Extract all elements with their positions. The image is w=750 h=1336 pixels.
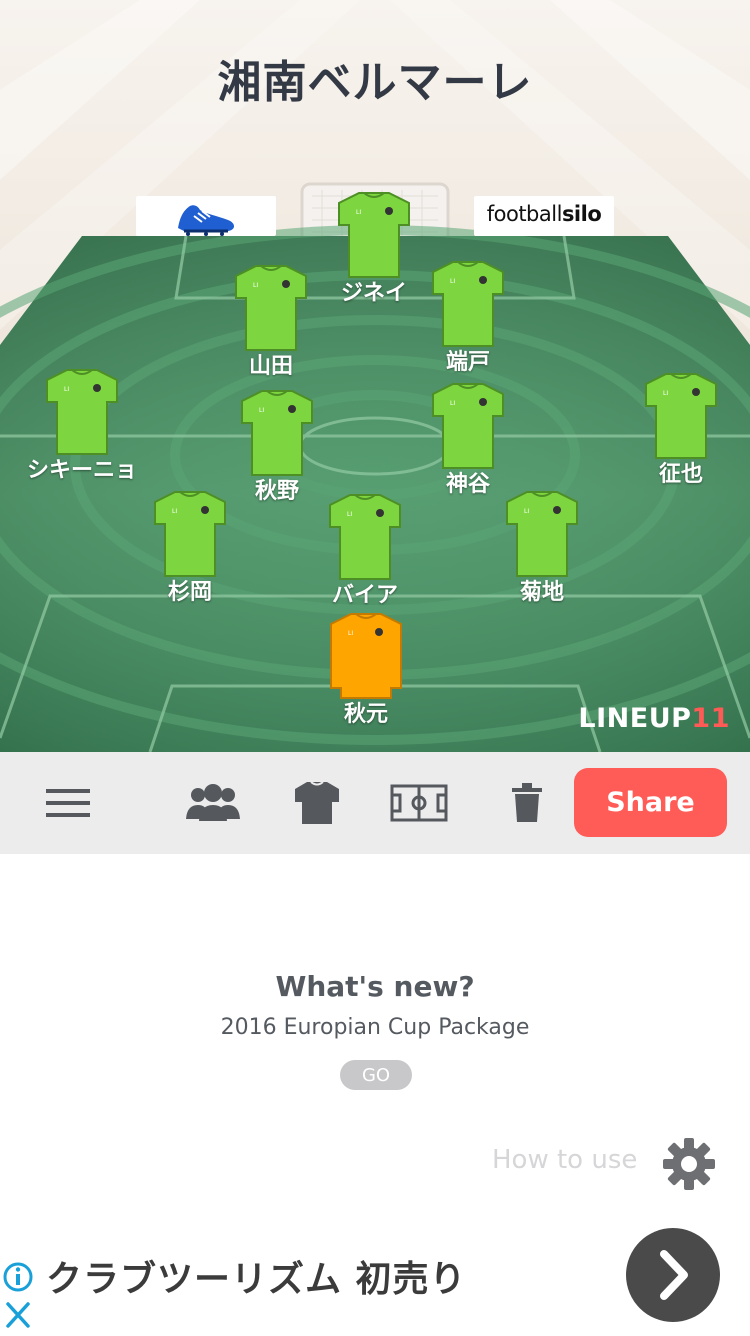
shirt-icon: LI xyxy=(241,390,313,476)
ad-arrow-button[interactable] xyxy=(626,1228,720,1322)
player-p9[interactable]: LI 菊地 xyxy=(467,490,617,606)
kit-button[interactable] xyxy=(286,752,348,854)
toolbar: Share xyxy=(0,752,750,854)
whats-new-subtitle: 2016 Europian Cup Package xyxy=(220,1015,530,1040)
shirt-icon: LI xyxy=(506,491,578,577)
shirt-icon: LI xyxy=(645,373,717,459)
shirt-icon: LI xyxy=(235,265,307,351)
player-p4[interactable]: LI 秋野 xyxy=(202,389,352,505)
hamburger-icon xyxy=(46,789,90,817)
svg-text:LI: LI xyxy=(356,209,361,216)
player-p7[interactable]: LI 杉岡 xyxy=(115,490,265,606)
player-goalkeeper[interactable]: LI 秋元 xyxy=(291,612,441,728)
delete-button[interactable] xyxy=(500,752,554,854)
whats-new-title: What's new? xyxy=(275,970,475,1003)
player-name: 端戸 xyxy=(445,350,490,375)
goalkeeper-shirt-icon: LI xyxy=(330,613,402,699)
player-p2[interactable]: LI 端戸 xyxy=(393,260,543,376)
trash-icon xyxy=(512,783,542,822)
team-name-title: 湘南ベルマーレ xyxy=(217,57,533,108)
player-name: シキーニョ xyxy=(26,458,137,483)
group-icon xyxy=(186,784,240,821)
ad-close-button[interactable] xyxy=(0,1298,36,1332)
chevron-right-icon xyxy=(660,1250,688,1300)
svg-text:LI: LI xyxy=(253,282,258,289)
svg-text:LI: LI xyxy=(663,390,668,397)
lineup-stage: 湘南ベルマーレ footballsilo LI ジネイ LI 山田 LI 端戸 … xyxy=(0,0,750,752)
player-p3[interactable]: LI シキーニョ xyxy=(7,368,157,484)
shirt-icon: LI xyxy=(432,383,504,469)
player-name: 山田 xyxy=(248,354,293,379)
info-icon xyxy=(0,1260,36,1294)
shirt-icon: LI xyxy=(432,261,504,347)
blue-boot-icon xyxy=(178,205,234,236)
shirt-icon xyxy=(295,781,339,824)
player-name: 征也 xyxy=(658,462,703,487)
player-p1[interactable]: LI 山田 xyxy=(196,264,346,380)
settings-button[interactable] xyxy=(661,1136,717,1196)
ad-board-right: footballsilo xyxy=(474,196,614,236)
close-icon xyxy=(0,1298,36,1332)
footballsilo-logo: footballsilo xyxy=(486,202,602,226)
field-button[interactable] xyxy=(386,752,452,854)
svg-text:LI: LI xyxy=(348,630,353,637)
svg-text:LI: LI xyxy=(347,511,352,518)
svg-text:LI: LI xyxy=(64,386,69,393)
ad-text[interactable]: クラブツーリズム 初売り xyxy=(46,1250,467,1302)
player-p5[interactable]: LI 神谷 xyxy=(393,382,543,498)
field-icon xyxy=(390,784,448,822)
player-name: 菊地 xyxy=(519,580,564,605)
svg-text:LI: LI xyxy=(172,508,177,515)
player-p6[interactable]: LI 征也 xyxy=(606,372,750,488)
svg-text:LI: LI xyxy=(524,508,529,515)
svg-text:LI: LI xyxy=(450,400,455,407)
go-button[interactable]: GO xyxy=(340,1060,412,1090)
share-button[interactable]: Share xyxy=(574,768,727,837)
menu-button[interactable] xyxy=(36,752,100,854)
players-button[interactable] xyxy=(180,752,246,854)
shirt-icon: LI xyxy=(46,369,118,455)
ad-board-left xyxy=(136,196,276,236)
player-p8[interactable]: LI バイア xyxy=(290,493,440,609)
player-name: 杉岡 xyxy=(167,580,212,605)
how-to-use-link[interactable]: How to use xyxy=(492,1145,637,1175)
gear-icon xyxy=(663,1138,715,1190)
svg-text:LI: LI xyxy=(259,407,264,414)
svg-text:LI: LI xyxy=(450,278,455,285)
shirt-icon: LI xyxy=(154,491,226,577)
ad-info-button[interactable] xyxy=(0,1260,36,1294)
shirt-icon: LI xyxy=(329,494,401,580)
player-name: バイア xyxy=(331,583,398,608)
lineup11-logo: LINEUP11 xyxy=(578,703,730,734)
player-name: 秋元 xyxy=(343,702,388,727)
